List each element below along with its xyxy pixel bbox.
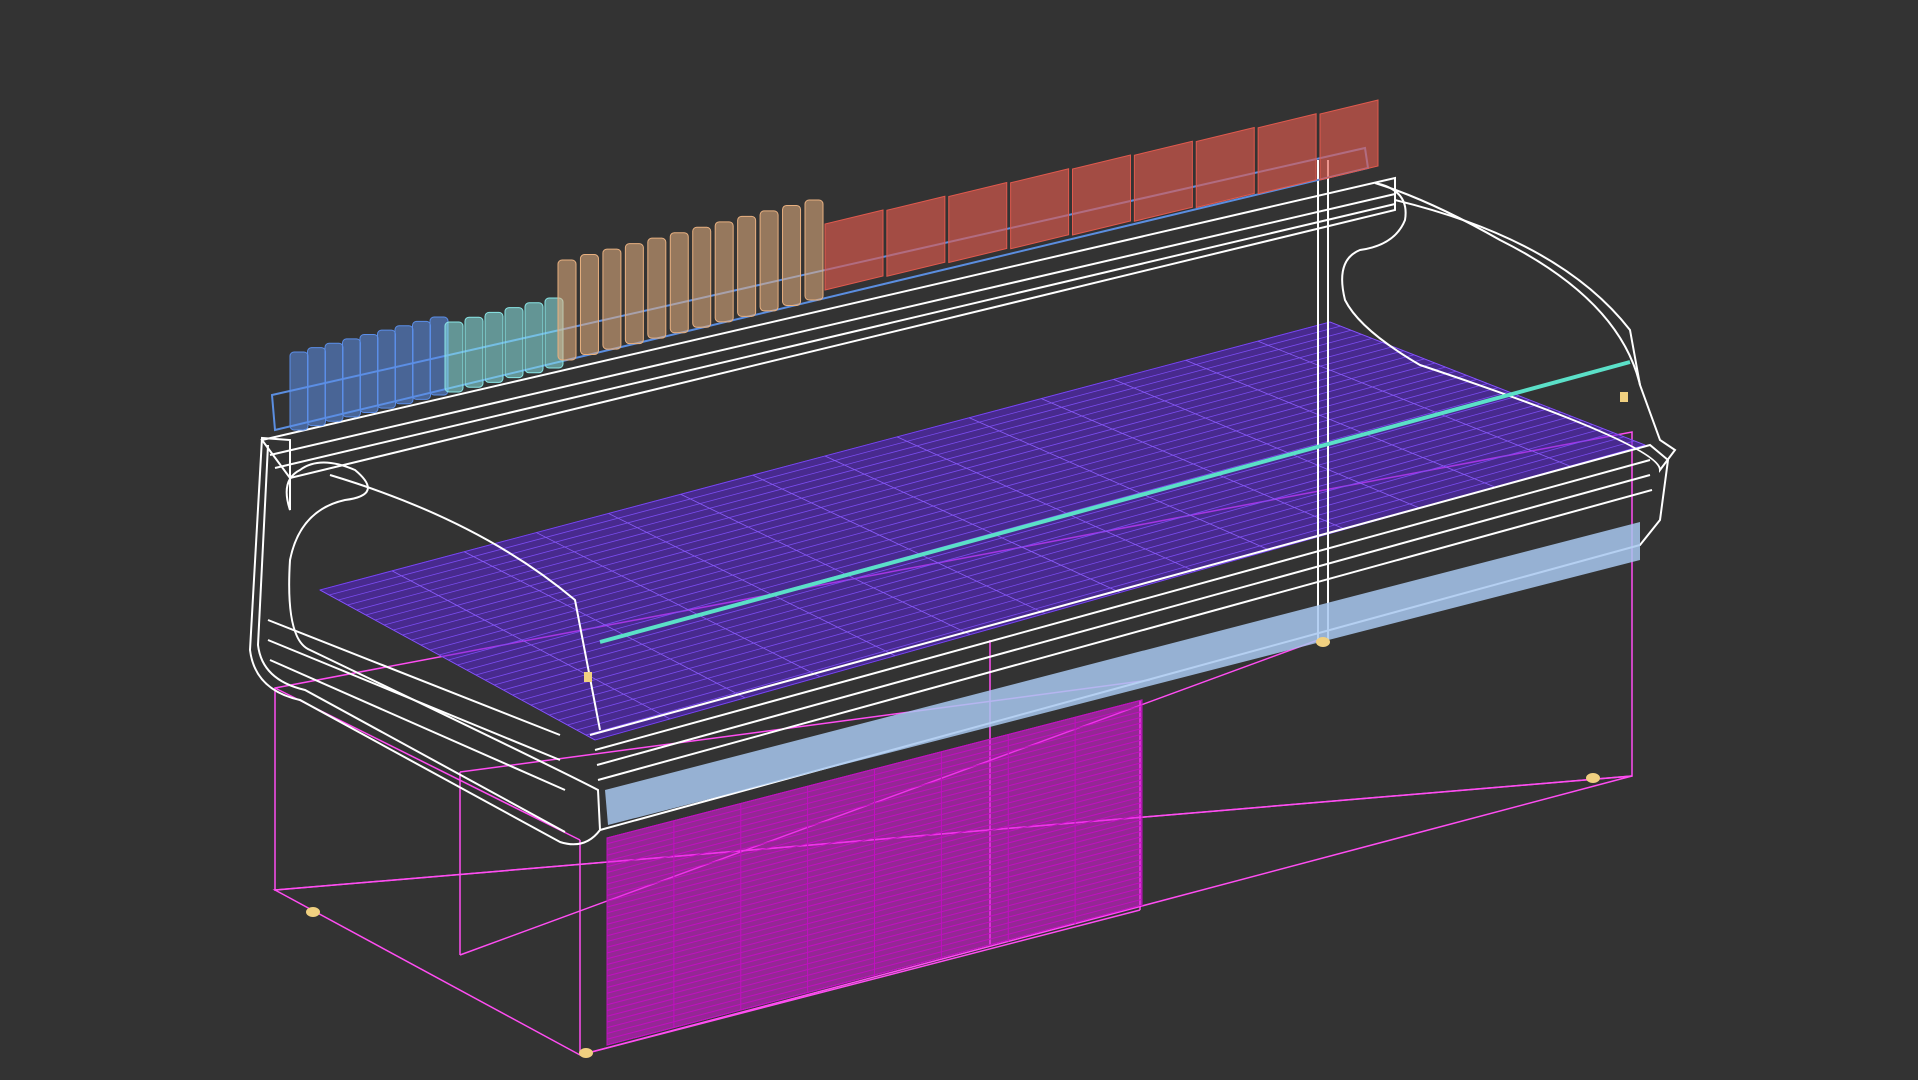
- bottle: [324, 342, 344, 422]
- foot-back-left: [306, 907, 320, 917]
- latch-right: [1620, 392, 1628, 402]
- bottle: [759, 210, 779, 312]
- right-glass-curve: [1394, 199, 1641, 386]
- basket: [886, 195, 946, 277]
- bottle: [737, 215, 757, 317]
- bottle: [692, 226, 712, 328]
- bottle: [504, 307, 524, 379]
- basket: [824, 209, 884, 291]
- wireframe-scene[interactable]: [0, 0, 1918, 1080]
- bottle: [394, 325, 414, 405]
- bottle: [782, 204, 802, 306]
- bottle: [412, 320, 431, 400]
- foot-back-right: [1316, 637, 1330, 647]
- basket: [1133, 140, 1193, 222]
- foot-front-right: [1586, 773, 1600, 783]
- basket: [1072, 154, 1131, 236]
- foot-front-left: [579, 1048, 593, 1058]
- bottle: [444, 321, 464, 393]
- bottle: [524, 302, 544, 374]
- bottle: [464, 316, 484, 388]
- basket: [1195, 126, 1255, 209]
- viewport-3d[interactable]: [0, 0, 1918, 1080]
- bottle: [602, 248, 622, 350]
- cyan-bottle-group: [444, 297, 564, 393]
- latch-left: [584, 672, 592, 682]
- bottle: [669, 232, 689, 334]
- bottle: [307, 347, 326, 427]
- bottle: [624, 243, 644, 345]
- bottle: [557, 259, 577, 361]
- bottle: [804, 199, 824, 301]
- bottle: [359, 334, 379, 413]
- bottle: [342, 338, 361, 418]
- basket: [948, 181, 1008, 264]
- bottle: [484, 311, 504, 383]
- bottle: [289, 351, 309, 431]
- blue-bottle-group: [289, 316, 449, 431]
- bottle: [377, 329, 396, 409]
- bottle: [579, 254, 599, 356]
- bottle: [647, 237, 667, 339]
- bottle: [714, 221, 734, 323]
- basket: [1010, 168, 1070, 250]
- basket: [1319, 99, 1379, 181]
- basket: [1257, 113, 1317, 195]
